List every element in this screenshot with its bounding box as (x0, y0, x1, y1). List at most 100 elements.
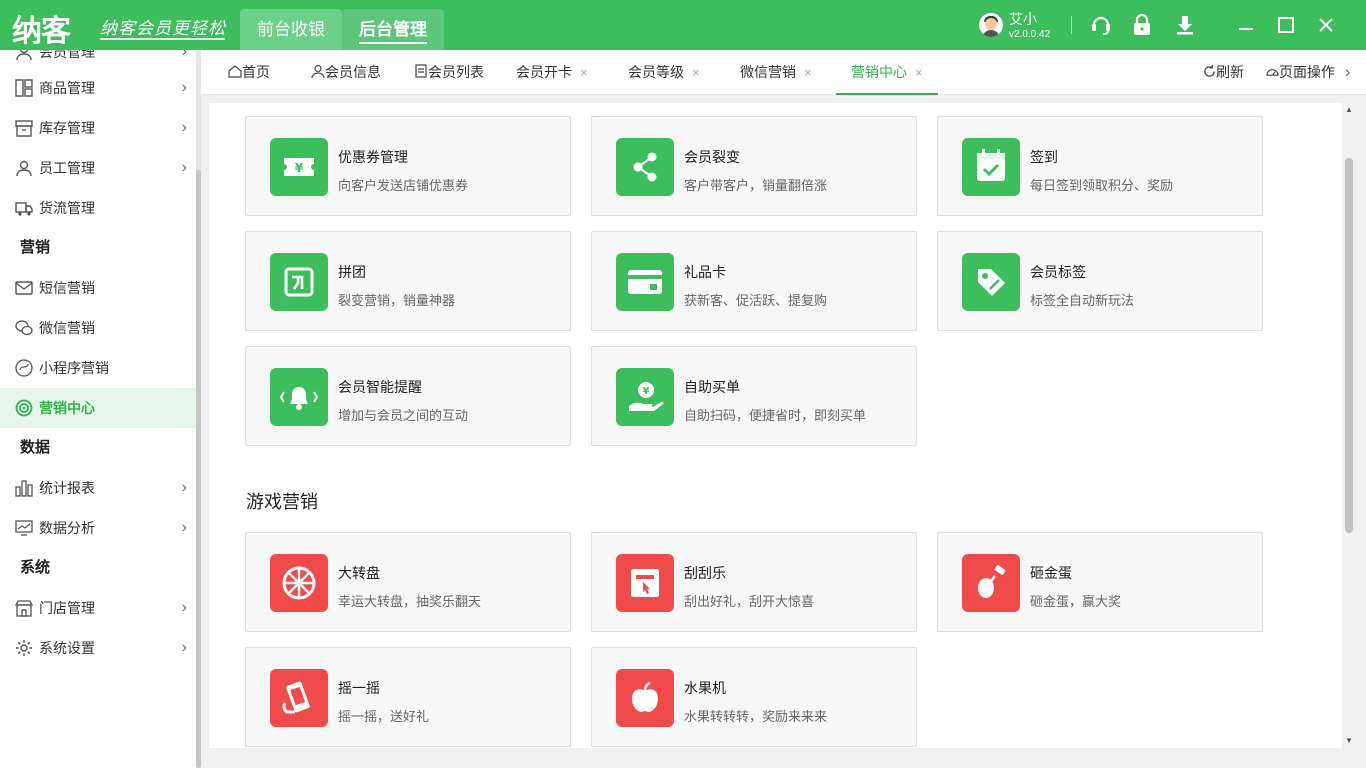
mail-icon (15, 281, 33, 295)
inventory-icon (15, 120, 33, 137)
tab-member-info[interactable]: 会员信息 (311, 50, 381, 95)
coupon-icon: ¥ (270, 138, 328, 196)
share-icon (616, 138, 674, 196)
card-coupon[interactable]: ¥ 优惠券管理 向客户发送店铺优惠券 (245, 116, 571, 216)
sidebar-item-logistics[interactable]: 货流管理 (0, 188, 196, 228)
chevron-right-icon: › (181, 639, 187, 656)
close-icon[interactable] (1314, 13, 1338, 37)
wheel-icon (270, 554, 328, 612)
gift-card-icon (616, 253, 674, 311)
nav-cashier[interactable]: 前台收银 (240, 9, 342, 50)
user-name[interactable]: 艾小 (1009, 9, 1037, 29)
chevron-right-icon: › (181, 599, 187, 616)
sidebar-scrollbar[interactable] (196, 50, 201, 768)
scroll-down-icon[interactable]: ▼ (1345, 736, 1353, 745)
sidebar-group-system: 系统 (20, 559, 51, 576)
sidebar-item-marketing-center[interactable]: 营销中心 (0, 388, 196, 428)
tab-wechat-marketing[interactable]: 微信营销 × (740, 50, 812, 95)
calendar-check-icon (962, 138, 1020, 196)
sidebar-group-data: 数据 (20, 439, 51, 456)
chevron-right-icon: › (181, 159, 187, 176)
chevron-right-icon: › (181, 479, 187, 496)
sidebar-item-miniprogram[interactable]: 小程序营销 (0, 348, 196, 388)
card-golden-egg[interactable]: 砸金蛋 砸金蛋，赢大奖 (937, 532, 1263, 632)
close-tab-icon[interactable]: × (804, 65, 812, 80)
target-icon (15, 399, 33, 417)
tab-member-open-card[interactable]: 会员开卡 × (516, 50, 588, 95)
close-tab-icon[interactable]: × (915, 65, 923, 80)
tab-bar: 首页 会员信息 会员列表 会员开卡 × 会员等级 × 微信营销 × 营销中心 × 刷新 … (201, 50, 1366, 95)
chevron-right-icon: › (181, 519, 187, 536)
dashboard-icon (1266, 69, 1279, 76)
sidebar-group-marketing: 营销 (20, 239, 51, 256)
line-chart-icon (15, 520, 33, 536)
apple-icon (616, 669, 674, 727)
card-member-tag[interactable]: 会员标签 标签全自动新玩法 (937, 231, 1263, 331)
sidebar-item-staff[interactable]: 员工管理 › (0, 148, 196, 188)
logo: 纳客 (12, 14, 71, 49)
card-scratch[interactable]: 刮刮乐 刮出好礼，刮开大惊喜 (591, 532, 917, 632)
tab-member-level[interactable]: 会员等级 × (628, 50, 700, 95)
staff-icon (16, 160, 32, 177)
sidebar-item-goods[interactable]: 商品管理 › (0, 68, 196, 108)
bar-chart-icon (15, 480, 33, 497)
gear-icon (16, 640, 32, 656)
list-icon (415, 64, 427, 78)
support-icon[interactable] (1089, 13, 1113, 37)
marketing-content: ¥ 优惠券管理 向客户发送店铺优惠券 会员裂变 客户带客户，销量翻倍涨 签到 每… (209, 103, 1342, 748)
card-fruit-machine[interactable]: 水果机 水果转转转，奖励来来来 (591, 647, 917, 747)
tab-member-list[interactable]: 会员列表 (414, 50, 484, 95)
scratch-icon (616, 554, 674, 612)
sidebar-item-reports[interactable]: 统计报表 › (0, 468, 196, 508)
truck-icon (15, 202, 33, 216)
avatar[interactable] (979, 13, 1003, 37)
sidebar-item-wechat[interactable]: 微信营销 (0, 308, 196, 348)
scroll-up-icon[interactable]: ▲ (1345, 105, 1353, 114)
card-lucky-wheel[interactable]: 大转盘 幸运大转盘，抽奖乐翻天 (245, 532, 571, 632)
svg-text:¥: ¥ (643, 386, 650, 397)
maximize-icon[interactable] (1274, 13, 1298, 37)
card-group-buy[interactable]: 拼团 裂变营销，销量神器 (245, 231, 571, 331)
chevron-right-icon: › (181, 119, 187, 136)
store-icon (15, 600, 33, 617)
app-version: v2.0.0.42 (1009, 29, 1051, 40)
divider (1071, 16, 1072, 34)
card-checkin[interactable]: 签到 每日签到领取积分、奖励 (937, 116, 1263, 216)
egg-hammer-icon (962, 554, 1020, 612)
svg-text:¥: ¥ (295, 161, 304, 175)
tabs-scroll-right-icon[interactable]: › (1345, 50, 1350, 95)
card-gift-card[interactable]: 礼品卡 获新客、促活跃、提复购 (591, 231, 917, 331)
content-scrollbar[interactable]: ▲ ▼ (1342, 103, 1356, 748)
sidebar-item-sms[interactable]: 短信营销 (0, 268, 196, 308)
tag-icon (962, 253, 1020, 311)
card-shake[interactable]: 摇一摇 摇一摇，送好礼 (245, 647, 571, 747)
close-tab-icon[interactable]: × (692, 65, 700, 80)
person-icon (311, 64, 325, 79)
member-icon (16, 50, 32, 61)
game-section-title: 游戏营销 (246, 492, 318, 513)
sidebar-item-settings[interactable]: 系统设置 › (0, 628, 196, 668)
group-buy-icon (270, 253, 328, 311)
tab-home[interactable]: 首页 (228, 50, 270, 95)
minimize-icon[interactable] (1234, 13, 1258, 37)
download-icon[interactable] (1173, 13, 1197, 37)
slogan-underline (100, 38, 225, 40)
slogan: 纳客会员更轻松 (100, 19, 226, 39)
sidebar-item-inventory[interactable]: 库存管理 › (0, 108, 196, 148)
refresh-button[interactable]: 刷新 (1203, 50, 1244, 95)
nav-backend[interactable]: 后台管理 (342, 9, 444, 50)
card-member-fission[interactable]: 会员裂变 客户带客户，销量翻倍涨 (591, 116, 917, 216)
sidebar: 会员管理 › 商品管理 › 库存管理 › 员工管理 › 货流管理 营销 短信营销 微信营… (0, 50, 196, 768)
sidebar-item-store[interactable]: 门店管理 › (0, 588, 196, 628)
tab-marketing-center[interactable]: 营销中心 × (836, 50, 938, 95)
home-icon (228, 65, 242, 78)
close-tab-icon[interactable]: × (580, 65, 588, 80)
card-smart-reminder[interactable]: 会员智能提醒 增加与会员之间的互动 (245, 346, 571, 446)
sidebar-item-analysis[interactable]: 数据分析 › (0, 508, 196, 548)
chevron-right-icon: › (181, 79, 187, 96)
refresh-icon (1204, 65, 1215, 77)
lock-icon[interactable] (1130, 13, 1154, 37)
card-self-pay[interactable]: ¥ 自助买单 自助扫码，便捷省时，即刻买单 (591, 346, 917, 446)
page-operations-button[interactable]: 页面操作 (1266, 50, 1335, 95)
wechat-icon (15, 320, 33, 336)
